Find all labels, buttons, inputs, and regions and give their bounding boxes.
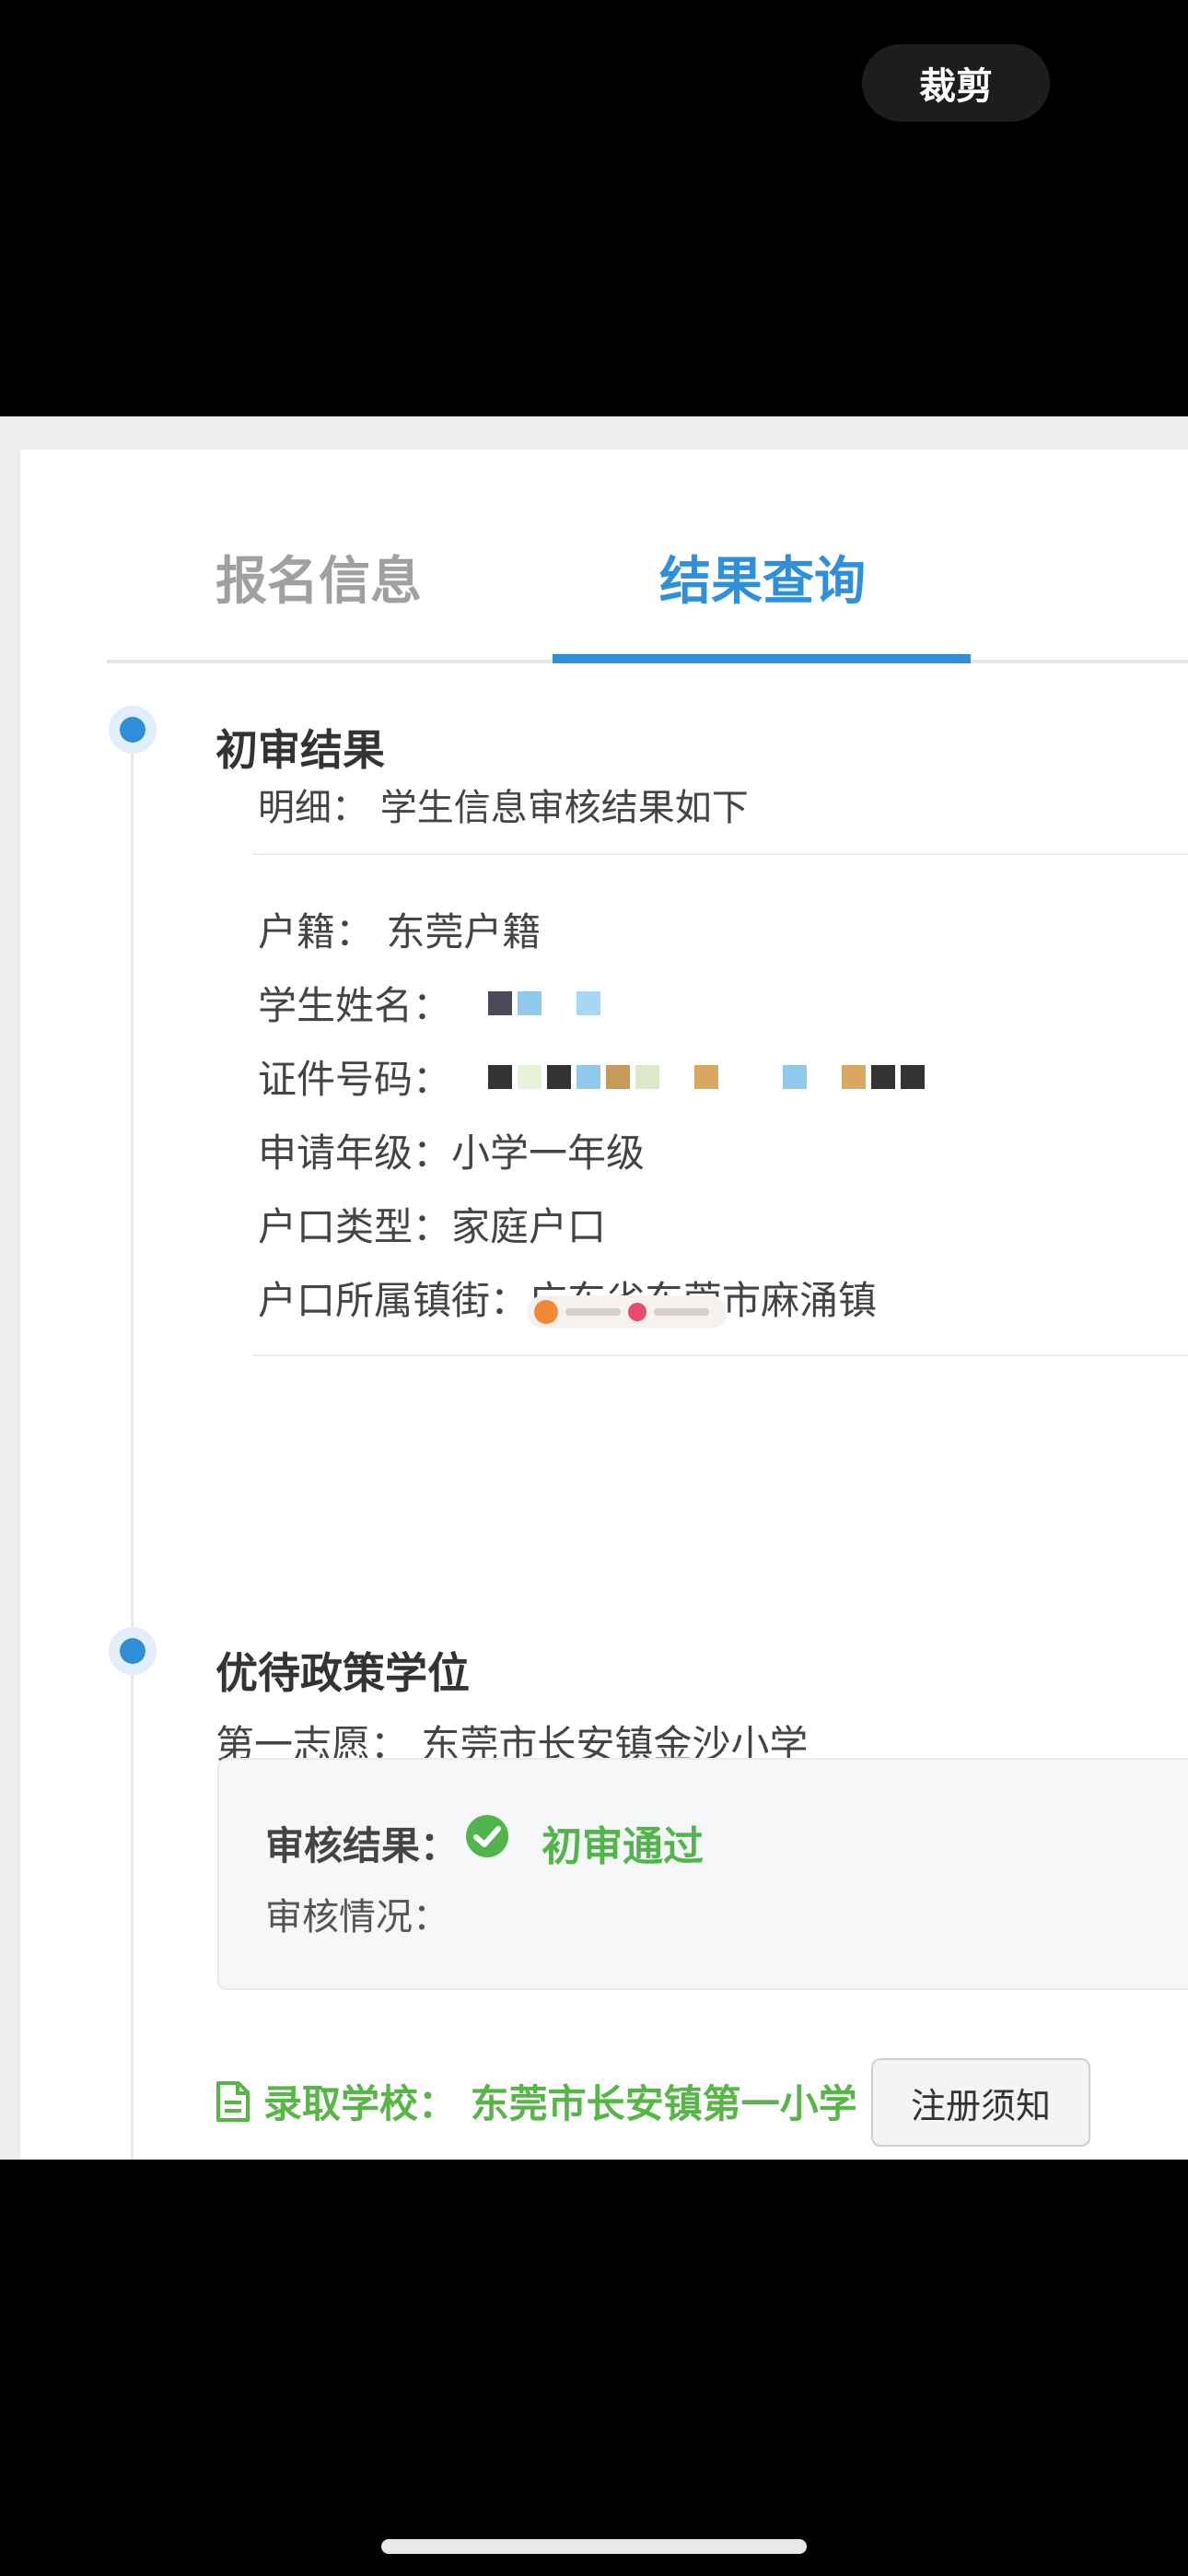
cropped-screenshot: 报名信息 结果查询 初审结果 明细： 学生信息审核结果如下 户籍： 东莞户籍 学…	[0, 416, 1188, 2160]
tab-signup-info[interactable]: 报名信息	[215, 540, 422, 615]
review-status-label: 审核情况：	[265, 1896, 449, 1938]
crop-button[interactable]: 裁剪	[862, 44, 1050, 122]
grade-text: 申请年级：小学一年级	[258, 1130, 646, 1176]
divider	[252, 853, 1188, 855]
divider	[252, 1354, 1188, 1356]
review-result-value: 初审通过	[542, 1823, 704, 1870]
hukou-type-row: 户口类型：家庭户口	[258, 1196, 606, 1252]
grade-row: 申请年级：小学一年级	[258, 1122, 645, 1178]
watermark-logo-icon	[534, 1300, 558, 1324]
watermark-dot-icon	[628, 1303, 646, 1321]
document-icon	[216, 2080, 250, 2122]
redacted-name	[488, 989, 601, 1017]
id-number-row: 证件号码：	[258, 1048, 926, 1105]
watermark-bar	[565, 1308, 621, 1316]
detail-line: 明细： 学生信息审核结果如下	[258, 787, 749, 829]
review-result-label: 审核结果：	[265, 1823, 460, 1868]
redacted-id-number	[488, 1063, 926, 1091]
timeline-dot	[120, 717, 146, 743]
bottom-bar	[0, 2160, 1188, 2576]
watermark-bar	[654, 1308, 709, 1316]
student-name-row: 学生姓名：	[258, 975, 601, 1031]
student-name-label: 学生姓名：	[258, 983, 452, 1028]
result-card: 报名信息 结果查询 初审结果 明细： 学生信息审核结果如下 户籍： 东莞户籍 学…	[20, 450, 1188, 2160]
tab-result-query[interactable]: 结果查询	[659, 540, 866, 615]
household-text: 户籍： 东莞户籍	[258, 909, 542, 954]
active-tab-indicator	[553, 654, 971, 663]
hukou-type-text: 户口类型：家庭户口	[258, 1204, 607, 1249]
id-number-label: 证件号码：	[258, 1057, 452, 1102]
household-row: 户籍： 东莞户籍	[258, 901, 541, 957]
review-result-box: 审核结果： 初审通过 审核情况：	[217, 1758, 1188, 1990]
admitted-school-row: 录取学校： 东莞市长安镇第一小学	[215, 2073, 857, 2129]
check-circle-icon	[466, 1815, 508, 1857]
registration-notice-button[interactable]: 注册须知	[871, 2058, 1090, 2147]
admitted-school-text: 录取学校： 东莞市长安镇第一小学	[263, 2081, 857, 2126]
policy-section-title: 优待政策学位	[215, 1648, 470, 1698]
watermark	[527, 1295, 728, 1329]
screenshot-editor-top-bar: 裁剪	[0, 0, 1188, 416]
initial-review-title: 初审结果	[215, 725, 385, 775]
home-indicator[interactable]	[381, 2539, 807, 2554]
timeline-line	[131, 722, 134, 2160]
timeline-dot	[120, 1638, 146, 1664]
